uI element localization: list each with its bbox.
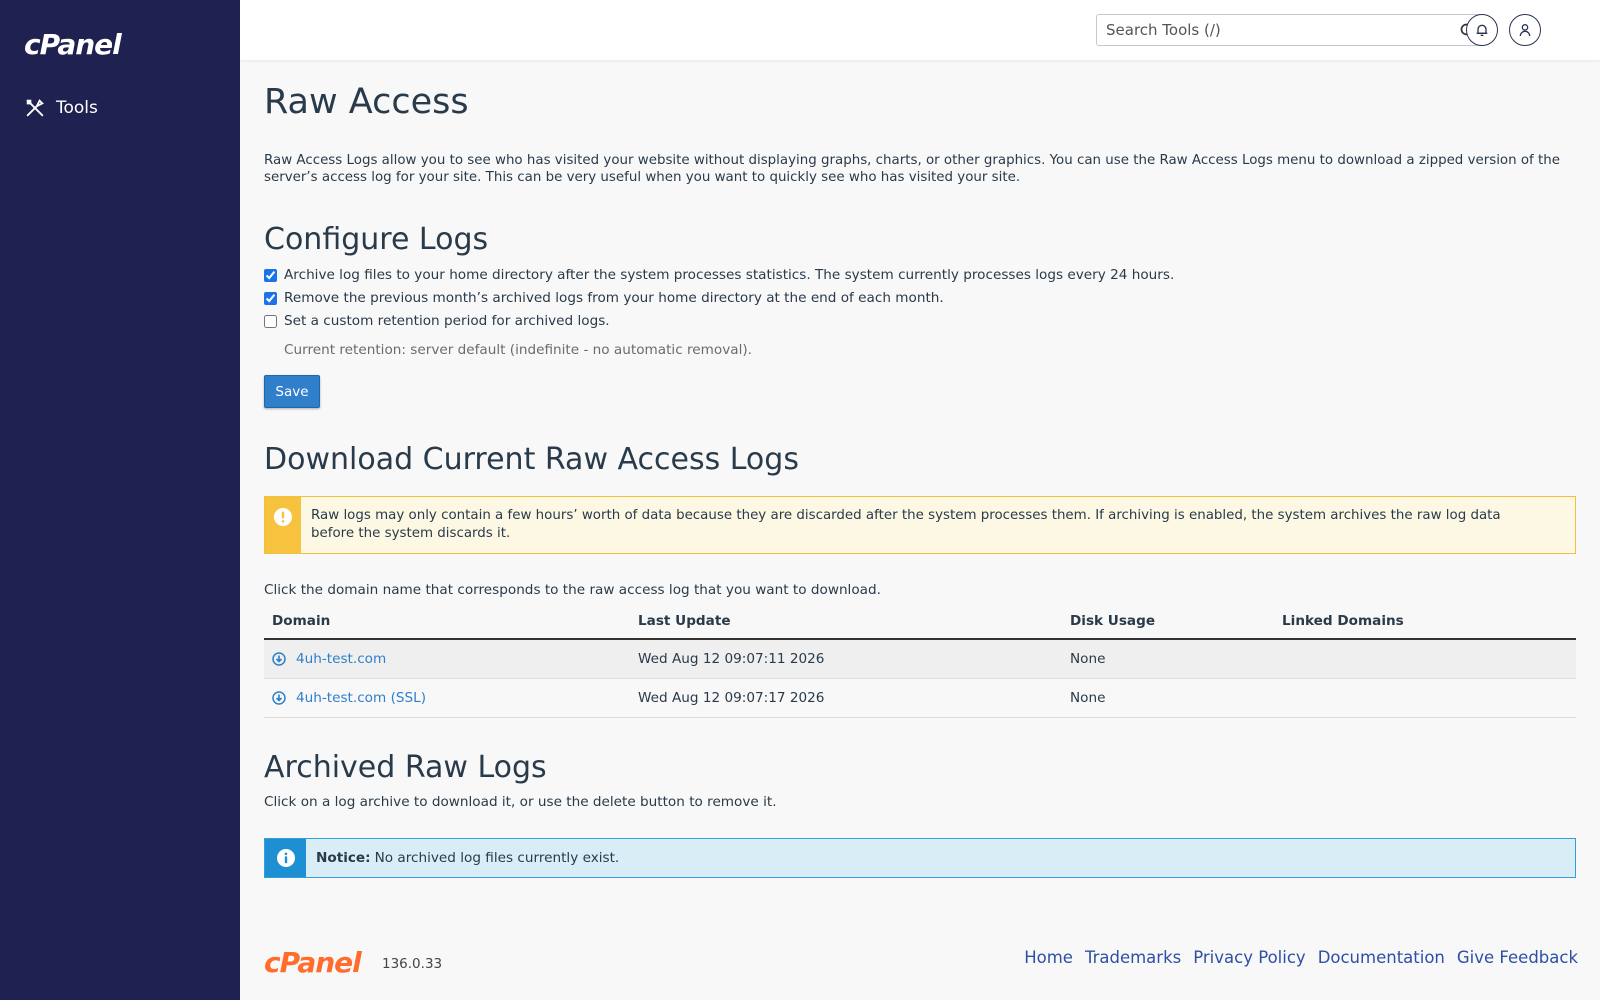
footer-link-documentation[interactable]: Documentation xyxy=(1318,948,1445,967)
remove-previous-month-label: Remove the previous month’s archived log… xyxy=(284,290,944,306)
raw-logs-table: Domain Last Update Disk Usage Linked Dom… xyxy=(264,604,1576,718)
info-icon xyxy=(276,849,295,867)
bell-icon xyxy=(1476,24,1488,36)
archive-logs-option[interactable]: Archive log files to your home directory… xyxy=(264,267,1174,283)
version-number: 136.0.33 xyxy=(382,956,443,972)
user-icon xyxy=(1519,24,1531,37)
download-icon[interactable] xyxy=(272,652,286,666)
footer-cpanel-logo[interactable]: cPanel xyxy=(264,946,362,979)
last-update-cell: Wed Aug 12 09:07:17 2026 xyxy=(638,690,825,706)
footer-links: Home Trademarks Privacy Policy Documenta… xyxy=(1024,948,1578,967)
page-title: Raw Access xyxy=(264,82,469,122)
column-linked-domains: Linked Domains xyxy=(1282,613,1404,629)
footer-link-give-feedback[interactable]: Give Feedback xyxy=(1457,948,1578,967)
sidebar-item-tools[interactable]: Tools xyxy=(24,94,214,122)
notice-callout: Notice: No archived log files currently … xyxy=(264,838,1576,878)
remove-previous-month-checkbox[interactable] xyxy=(264,291,277,305)
domain-link[interactable]: 4uh-test.com (SSL) xyxy=(296,690,426,706)
table-row: 4uh-test.com (SSL) Wed Aug 12 09:07:17 2… xyxy=(264,679,1576,718)
column-last-update: Last Update xyxy=(638,613,731,629)
search-input[interactable] xyxy=(1097,15,1437,45)
custom-retention-label: Set a custom retention period for archiv… xyxy=(284,313,610,329)
table-header: Domain Last Update Disk Usage Linked Dom… xyxy=(264,604,1576,640)
download-instruction: Click the domain name that corresponds t… xyxy=(264,582,881,598)
remove-previous-month-option[interactable]: Remove the previous month’s archived log… xyxy=(264,290,944,306)
last-update-cell: Wed Aug 12 09:07:11 2026 xyxy=(638,651,825,667)
cpanel-logo[interactable]: cPanel xyxy=(24,28,122,61)
notifications-button[interactable] xyxy=(1466,14,1498,46)
column-disk-usage: Disk Usage xyxy=(1070,613,1156,629)
disk-usage-cell: None xyxy=(1070,651,1106,667)
user-menu-button[interactable] xyxy=(1509,14,1541,46)
archived-logs-heading: Archived Raw Logs xyxy=(264,750,547,785)
sidebar: cPanel Tools xyxy=(0,0,240,1000)
warning-text: Raw logs may only contain a few hours’ w… xyxy=(311,508,1501,541)
custom-retention-option[interactable]: Set a custom retention period for archiv… xyxy=(264,313,610,329)
domain-link[interactable]: 4uh-test.com xyxy=(296,651,386,667)
search-box xyxy=(1096,14,1484,46)
archived-instruction: Click on a log archive to download it, o… xyxy=(264,794,777,810)
column-domain: Domain xyxy=(272,613,331,629)
tools-icon xyxy=(26,99,44,117)
save-button[interactable]: Save xyxy=(264,375,320,408)
archive-logs-checkbox[interactable] xyxy=(264,268,277,282)
retention-note: Current retention: server default (indef… xyxy=(284,342,752,358)
footer-link-home[interactable]: Home xyxy=(1024,948,1073,967)
exclamation-icon xyxy=(274,508,292,526)
custom-retention-checkbox[interactable] xyxy=(264,314,277,328)
download-icon[interactable] xyxy=(272,691,286,705)
table-row: 4uh-test.com Wed Aug 12 09:07:11 2026 No… xyxy=(264,640,1576,679)
footer-link-privacy-policy[interactable]: Privacy Policy xyxy=(1193,948,1305,967)
warning-callout: Raw logs may only contain a few hours’ w… xyxy=(264,496,1576,554)
notice-label: Notice: xyxy=(316,850,371,866)
page-intro: Raw Access Logs allow you to see who has… xyxy=(264,153,1561,185)
disk-usage-cell: None xyxy=(1070,690,1106,706)
archive-logs-label: Archive log files to your home directory… xyxy=(284,267,1175,283)
notice-text: No archived log files currently exist. xyxy=(374,850,620,866)
top-bar xyxy=(240,0,1600,60)
footer-link-trademarks[interactable]: Trademarks xyxy=(1085,948,1181,967)
sidebar-item-label: Tools xyxy=(56,98,98,118)
configure-logs-heading: Configure Logs xyxy=(264,222,489,257)
download-logs-heading: Download Current Raw Access Logs xyxy=(264,442,799,477)
